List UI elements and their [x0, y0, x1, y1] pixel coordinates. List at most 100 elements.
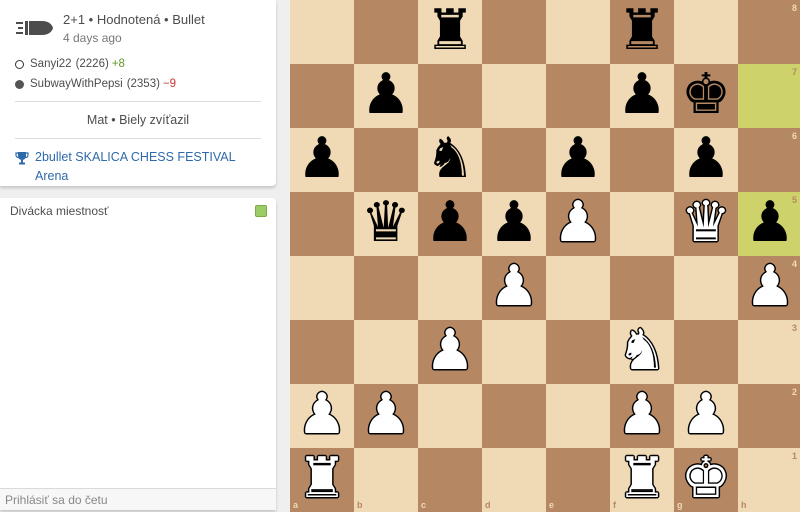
black-pawn-piece[interactable]: ♟ [610, 64, 674, 128]
rank-label: 8 [792, 3, 798, 13]
square-g3[interactable] [674, 320, 738, 384]
white-pawn-piece[interactable]: ♟ [354, 384, 418, 448]
white-pawn-piece[interactable]: ♟ [546, 192, 610, 256]
black-rook-piece[interactable]: ♜ [418, 0, 482, 64]
trophy-icon [15, 152, 29, 165]
square-e1[interactable] [546, 448, 610, 512]
white-knight-piece[interactable]: ♞ [610, 320, 674, 384]
white-rating-change: +8 [111, 58, 125, 70]
square-g8[interactable] [674, 0, 738, 64]
rank-label: 7 [792, 67, 798, 77]
file-label: b [357, 500, 363, 510]
white-pawn-piece[interactable]: ♟ [290, 384, 354, 448]
chat-header: Divácka miestnosť [0, 198, 276, 218]
square-a3[interactable] [290, 320, 354, 384]
square-e2[interactable] [546, 384, 610, 448]
square-d2[interactable] [482, 384, 546, 448]
square-a4[interactable] [290, 256, 354, 320]
square-a7[interactable] [290, 64, 354, 128]
black-rook-piece[interactable]: ♜ [610, 0, 674, 64]
square-h6[interactable] [738, 128, 800, 192]
spectator-chat: Divácka miestnosť [0, 198, 276, 510]
white-pawn-piece[interactable]: ♟ [610, 384, 674, 448]
rank-label: 1 [792, 451, 798, 461]
game-result: Mat • Biely zvíťazil [86, 113, 190, 127]
square-b1[interactable] [354, 448, 418, 512]
square-f4[interactable] [610, 256, 674, 320]
square-d8[interactable] [482, 0, 546, 64]
file-label: h [741, 500, 747, 510]
chat-toggle-checkbox[interactable] [255, 205, 267, 217]
black-player-rating: (2353) [126, 78, 160, 90]
white-rook-piece[interactable]: ♜ [290, 448, 354, 512]
players: Sanyi22 (2226) +8 SubwayWithPepsi (2353)… [15, 54, 261, 94]
white-pawn-piece[interactable]: ♟ [418, 320, 482, 384]
rank-label: 2 [792, 387, 798, 397]
game-time: 4 days ago [63, 31, 122, 45]
square-c4[interactable] [418, 256, 482, 320]
black-pawn-piece[interactable]: ♟ [290, 128, 354, 192]
white-pawn-piece[interactable]: ♟ [482, 256, 546, 320]
white-player-rating: (2226) [75, 58, 109, 70]
tournament-link[interactable]: 2bullet SKALICA CHESS FESTIVAL Arena [15, 148, 261, 186]
square-f5[interactable] [610, 192, 674, 256]
black-player-name[interactable]: SubwayWithPepsi [30, 74, 123, 94]
divider [15, 138, 261, 139]
white-pawn-piece[interactable]: ♟ [674, 384, 738, 448]
square-h1[interactable] [738, 448, 800, 512]
square-a5[interactable] [290, 192, 354, 256]
square-e3[interactable] [546, 320, 610, 384]
black-player[interactable]: SubwayWithPepsi (2353) −9 [15, 74, 261, 94]
chat-input[interactable] [0, 488, 276, 510]
square-b3[interactable] [354, 320, 418, 384]
chat-title: Divácka miestnosť [10, 204, 109, 218]
black-pawn-piece[interactable]: ♟ [738, 192, 800, 256]
square-h8[interactable] [738, 0, 800, 64]
black-pawn-piece[interactable]: ♟ [546, 128, 610, 192]
square-c2[interactable] [418, 384, 482, 448]
square-f6[interactable] [610, 128, 674, 192]
black-queen-piece[interactable]: ♛ [354, 192, 418, 256]
black-pawn-piece[interactable]: ♟ [354, 64, 418, 128]
rank-label: 6 [792, 131, 798, 141]
square-e8[interactable] [546, 0, 610, 64]
black-pawn-piece[interactable]: ♟ [418, 192, 482, 256]
square-h7[interactable] [738, 64, 800, 128]
square-h2[interactable] [738, 384, 800, 448]
white-rook-piece[interactable]: ♜ [610, 448, 674, 512]
black-pawn-piece[interactable]: ♟ [674, 128, 738, 192]
square-e7[interactable] [546, 64, 610, 128]
bullet-icon [16, 21, 53, 35]
file-label: e [549, 500, 555, 510]
square-c7[interactable] [418, 64, 482, 128]
white-color-icon [15, 59, 24, 69]
square-b8[interactable] [354, 0, 418, 64]
square-c1[interactable] [418, 448, 482, 512]
black-pawn-piece[interactable]: ♟ [482, 192, 546, 256]
tournament-name[interactable]: 2bullet SKALICA CHESS FESTIVAL Arena [35, 148, 261, 186]
white-player-name[interactable]: Sanyi22 [30, 54, 72, 74]
square-g4[interactable] [674, 256, 738, 320]
square-d6[interactable] [482, 128, 546, 192]
square-b4[interactable] [354, 256, 418, 320]
white-king-piece[interactable]: ♚ [674, 448, 738, 512]
white-pawn-piece[interactable]: ♟ [738, 256, 800, 320]
file-label: c [421, 500, 427, 510]
game-header: 2+1 • Hodnotená • Bullet 4 days ago [15, 10, 261, 48]
white-player[interactable]: Sanyi22 (2226) +8 [15, 54, 261, 74]
square-a8[interactable] [290, 0, 354, 64]
black-king-piece[interactable]: ♚ [674, 64, 738, 128]
square-d1[interactable] [482, 448, 546, 512]
black-rating-change: −9 [162, 78, 177, 90]
rank-label: 3 [792, 323, 798, 333]
chess-board[interactable]: 8 7 6 5 4 3 2 a b c d e f g h 1 ♜ ♜ ♟ ♟ ♚ ♟ ♞ ♟ ♟ ♛ ♟ ♟ ♟ ♛ ♟ ♟ ♟ ♟ ♞ ♟ ♟ ♟ ♟ ♜… [290, 0, 800, 512]
white-queen-piece[interactable]: ♛ [674, 192, 738, 256]
square-d3[interactable] [482, 320, 546, 384]
square-h3[interactable] [738, 320, 800, 384]
game-info-card: 2+1 • Hodnotená • Bullet 4 days ago Sany… [0, 0, 276, 186]
file-label: d [485, 500, 491, 510]
black-knight-piece[interactable]: ♞ [418, 128, 482, 192]
square-e4[interactable] [546, 256, 610, 320]
square-b6[interactable] [354, 128, 418, 192]
square-d7[interactable] [482, 64, 546, 128]
